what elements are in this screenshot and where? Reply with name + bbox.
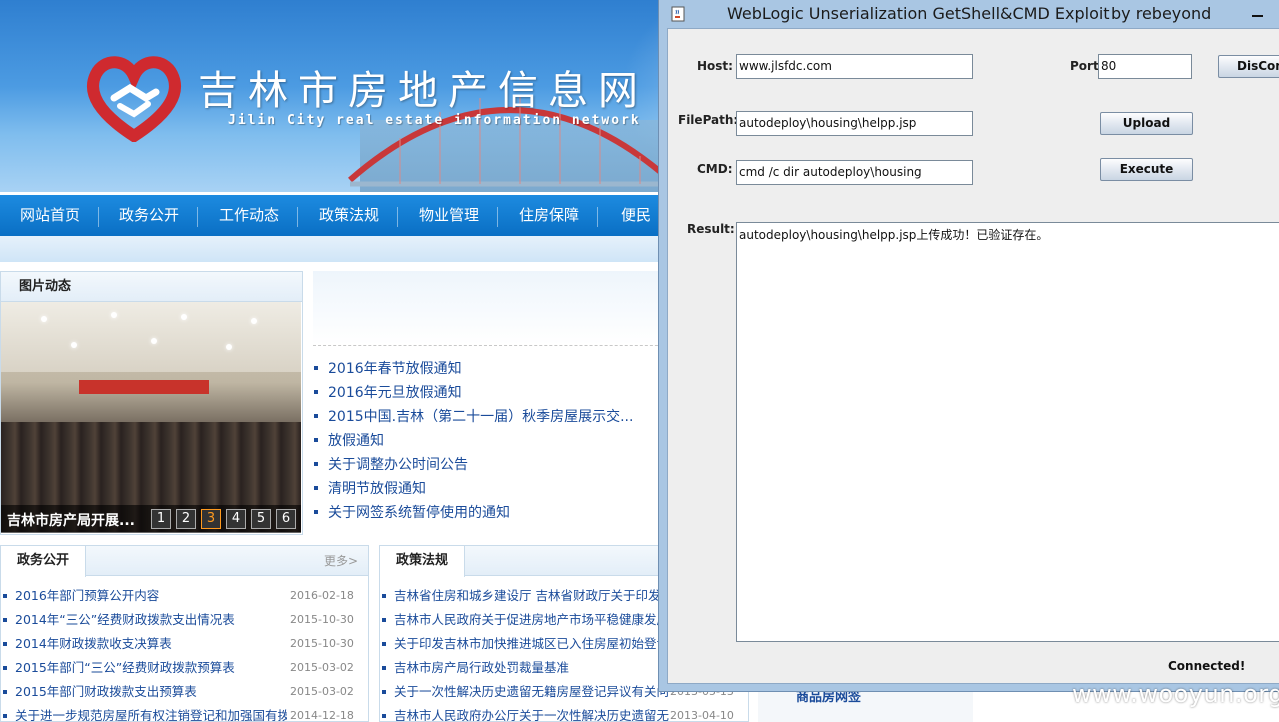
list-item[interactable]: 2015年部门“三公”经费财政拨款预算表 xyxy=(1,656,235,680)
window-client-area: Host: www.jlsfdc.com Port: 80 DisConnect… xyxy=(667,28,1279,684)
watermark: www.wooyun.org xyxy=(1072,680,1279,708)
filepath-input[interactable]: autodeploy\housing\helpp.jsp xyxy=(736,111,973,136)
result-text: autodeploy\housing\helpp.jsp上传成功！已验证存在。 xyxy=(739,228,1049,242)
result-label: Result: xyxy=(687,222,735,236)
list-item-date: 2014-12-18 xyxy=(290,709,354,722)
gov-section-heading[interactable]: 政务公开 xyxy=(1,546,87,577)
list-item[interactable]: 吉林市房产局行政处罚裁量基准 xyxy=(380,656,569,680)
site-subtitle: Jilin City real estate information netwo… xyxy=(228,113,641,128)
list-item[interactable]: 2014年“三公”经费财政拨款支出情况表 xyxy=(1,608,235,632)
photo-light xyxy=(111,312,117,318)
nav-item-policy[interactable]: 政策法规 xyxy=(299,195,399,236)
photo-light xyxy=(41,316,47,322)
photo-section-heading: 图片动态 xyxy=(1,272,302,302)
photo-pager-6[interactable]: 6 xyxy=(276,509,296,529)
nav-item-work[interactable]: 工作动态 xyxy=(199,195,299,236)
news-item[interactable]: 放假通知 xyxy=(313,431,384,451)
photo-pager-2[interactable]: 2 xyxy=(176,509,196,529)
list-item[interactable]: 吉林市人民政府办公厅关于一次性解决历史遗留无... xyxy=(380,704,670,721)
nav-separator xyxy=(497,207,498,227)
news-item[interactable]: 2016年春节放假通知 xyxy=(313,359,462,379)
list-item[interactable]: 吉林市人民政府关于促进房地产市场平稳健康发展 xyxy=(380,608,669,632)
news-item[interactable]: 关于网签系统暂停使用的通知 xyxy=(313,503,510,523)
window-titlebar[interactable]: WebLogic Unserialization GetShell&CMD Ex… xyxy=(659,0,1279,28)
nav-separator xyxy=(397,207,398,227)
nav-separator xyxy=(597,207,598,227)
photo-image[interactable] xyxy=(1,302,301,532)
list-item[interactable]: 关于一次性解决历史遗留无籍房屋登记异议有关问... xyxy=(380,680,670,704)
nav-item-home[interactable]: 网站首页 xyxy=(0,195,100,236)
minimize-icon[interactable] xyxy=(1245,4,1271,24)
list-item[interactable]: 关于进一步规范房屋所有权注销登记和加强国有拨... xyxy=(1,704,287,721)
list-item[interactable]: 关于印发吉林市加快推进城区已入住房屋初始登记 xyxy=(380,632,669,656)
news-section: 2016年春节放假通知 2016年元旦放假通知 2015中国.吉林（第二十一届）… xyxy=(313,271,673,535)
news-item[interactable]: 清明节放假通知 xyxy=(313,479,426,499)
list-item[interactable]: 2014年财政拨款收支决算表 xyxy=(1,632,172,656)
window-author: by rebeyond xyxy=(1111,4,1212,23)
cmd-label: CMD: xyxy=(697,162,733,176)
site-title: 吉林市房地产信息网 xyxy=(198,68,648,114)
news-item[interactable]: 2015中国.吉林（第二十一届）秋季房屋展示交... xyxy=(313,407,633,427)
photo-pager-3[interactable]: 3 xyxy=(201,509,221,529)
filepath-label: FilePath: xyxy=(678,113,739,127)
list-item-date: 2015-10-30 xyxy=(290,613,354,626)
nav-separator xyxy=(297,207,298,227)
news-item[interactable]: 2016年元旦放假通知 xyxy=(313,383,462,403)
host-label: Host: xyxy=(697,59,733,73)
photo-ceiling xyxy=(1,302,301,372)
photo-red-banner xyxy=(79,380,209,394)
photo-pager-4[interactable]: 4 xyxy=(226,509,246,529)
nav-item-housing[interactable]: 住房保障 xyxy=(499,195,599,236)
photo-caption[interactable]: 吉林市房产局开展... xyxy=(7,510,135,530)
execute-button[interactable]: Execute xyxy=(1100,158,1193,181)
list-item-date: 2015-03-02 xyxy=(290,661,354,674)
disconnect-button[interactable]: DisConnect xyxy=(1218,55,1279,78)
nav-item-service[interactable]: 便民服 xyxy=(599,195,659,236)
gov-section-header: 政务公开 更多> xyxy=(1,546,368,577)
photo-light xyxy=(226,344,232,350)
news-top-band xyxy=(313,271,673,345)
result-textarea[interactable]: autodeploy\housing\helpp.jsp上传成功！已验证存在。 xyxy=(736,222,1279,642)
list-item[interactable]: 2016年部门预算公开内容 xyxy=(1,584,159,608)
heart-handshake-logo xyxy=(87,56,181,142)
window-title: WebLogic Unserialization GetShell&CMD Ex… xyxy=(727,4,1110,23)
cmd-input[interactable]: cmd /c dir autodeploy\housing xyxy=(736,160,973,185)
upload-button[interactable]: Upload xyxy=(1100,112,1193,135)
list-item-date: 2016-02-18 xyxy=(290,589,354,602)
port-input[interactable]: 80 xyxy=(1098,54,1192,79)
list-item[interactable]: 2015年部门财政拨款支出预算表 xyxy=(1,680,197,704)
photo-pager-5[interactable]: 5 xyxy=(251,509,271,529)
photo-light xyxy=(151,338,157,344)
list-item-date: 2013-04-10 xyxy=(670,709,734,722)
java-cup-icon xyxy=(671,6,685,22)
list-item[interactable]: 吉林省住房和城乡建设厅 吉林省财政厅关于印发... xyxy=(380,584,672,608)
host-input[interactable]: www.jlsfdc.com xyxy=(736,54,973,79)
photo-light xyxy=(251,318,257,324)
photo-light xyxy=(181,314,187,320)
nav-item-gov[interactable]: 政务公开 xyxy=(99,195,199,236)
nav-item-property[interactable]: 物业管理 xyxy=(399,195,499,236)
gov-more-link[interactable]: 更多> xyxy=(324,546,358,576)
policy-section-heading[interactable]: 政策法规 xyxy=(380,546,466,577)
news-item[interactable]: 关于调整办公时间公告 xyxy=(313,455,468,475)
connection-status: Connected! xyxy=(1168,659,1246,673)
exploit-window: WebLogic Unserialization GetShell&CMD Ex… xyxy=(658,0,1279,692)
list-item-date: 2015-03-02 xyxy=(290,685,354,698)
nav-separator xyxy=(197,207,198,227)
list-item-date: 2015-10-30 xyxy=(290,637,354,650)
gov-section: 政务公开 更多> 2016年部门预算公开内容 2016-02-18 2014年“… xyxy=(0,545,369,722)
news-divider xyxy=(313,345,673,346)
photo-pager-1[interactable]: 1 xyxy=(151,509,171,529)
photo-light xyxy=(71,342,77,348)
